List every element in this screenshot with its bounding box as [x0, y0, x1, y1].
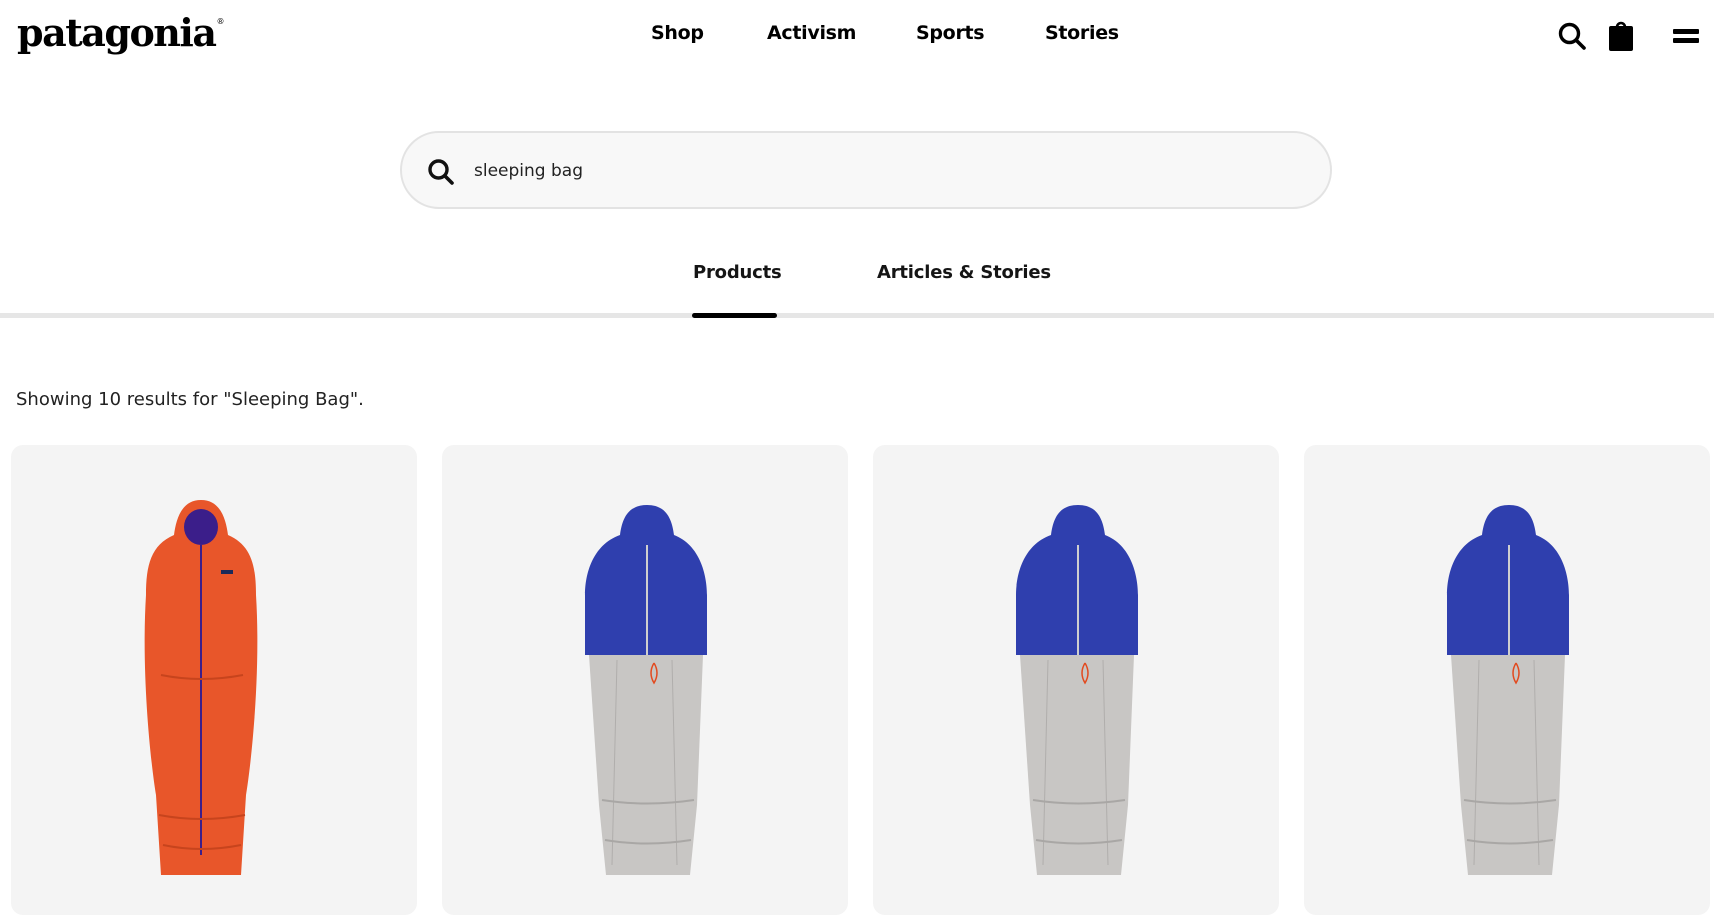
- product-card[interactable]: [442, 445, 848, 915]
- main-nav: Shop Activism Sports Stories: [0, 22, 1714, 52]
- results-summary: Showing 10 results for "Sleeping Bag".: [16, 389, 364, 410]
- nav-stories[interactable]: Stories: [1045, 22, 1119, 44]
- product-image-blue-silver-sleeping-bag[interactable]: [1304, 445, 1710, 915]
- cart-button[interactable]: [1603, 18, 1639, 54]
- product-image-orange-sleeping-bag[interactable]: [11, 445, 417, 915]
- tab-products[interactable]: Products: [693, 262, 782, 283]
- product-card[interactable]: [873, 445, 1279, 915]
- product-image-blue-silver-sleeping-bag[interactable]: [442, 445, 848, 915]
- search-bar[interactable]: [400, 131, 1332, 209]
- search-icon: [1558, 22, 1586, 50]
- tab-articles-stories[interactable]: Articles & Stories: [877, 262, 1051, 283]
- search-input[interactable]: [474, 155, 1294, 187]
- active-tab-indicator: [692, 313, 777, 318]
- menu-button[interactable]: [1668, 18, 1704, 54]
- shopping-bag-icon: [1609, 21, 1633, 51]
- product-card[interactable]: [1304, 445, 1710, 915]
- search-icon: [428, 159, 454, 185]
- nav-shop[interactable]: Shop: [651, 22, 704, 44]
- product-card[interactable]: [11, 445, 417, 915]
- header-search-button[interactable]: [1554, 18, 1590, 54]
- nav-sports[interactable]: Sports: [916, 22, 985, 44]
- tab-divider: [0, 313, 1714, 318]
- nav-activism[interactable]: Activism: [767, 22, 856, 44]
- product-image-blue-silver-sleeping-bag[interactable]: [873, 445, 1279, 915]
- menu-icon: [1673, 29, 1699, 43]
